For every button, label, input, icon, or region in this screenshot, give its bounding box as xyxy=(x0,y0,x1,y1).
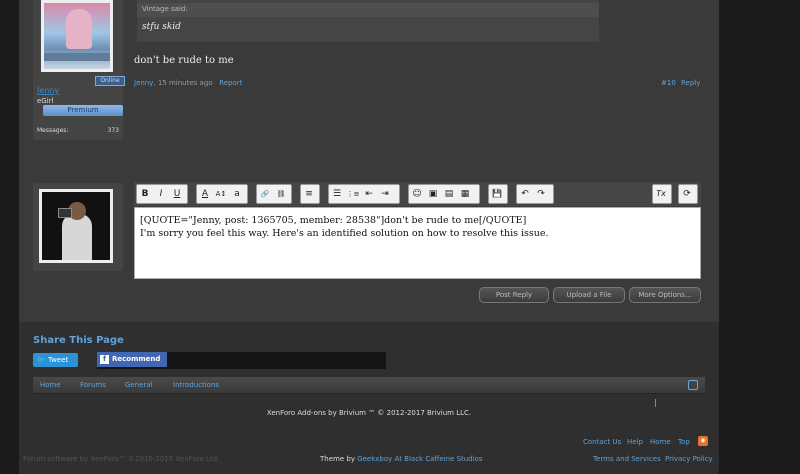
font-family-button[interactable]: a xyxy=(229,185,245,203)
divider xyxy=(655,399,656,407)
post-message: don't be rude to me xyxy=(134,55,234,66)
quote-header[interactable]: Vintage said: xyxy=(137,3,599,17)
bullet-list-icon[interactable]: ☰ xyxy=(329,185,345,203)
home-link[interactable]: Home xyxy=(650,438,671,446)
insert-group: ☺ ▣ ▤ ▦ xyxy=(408,184,480,204)
unlink-icon[interactable]: ⛓ xyxy=(273,185,289,203)
tweet-button[interactable]: 🐦 Tweet xyxy=(33,353,78,367)
current-user-avatar[interactable] xyxy=(39,189,113,263)
breadcrumb-introductions[interactable]: Introductions xyxy=(173,381,219,389)
quote-text: stfu skid xyxy=(142,22,181,32)
save-draft-icon[interactable]: 💾 xyxy=(489,185,505,203)
messages-count: 373 xyxy=(107,127,119,134)
reply-user-card xyxy=(33,183,123,271)
image-icon[interactable]: ▣ xyxy=(425,185,441,203)
more-options-button[interactable]: More Options... xyxy=(629,287,701,303)
messages-label: Messages: xyxy=(37,127,69,134)
contact-us-link[interactable]: Contact Us xyxy=(583,438,621,446)
post-meta: Jenny, 15 minutes ago Report xyxy=(134,79,243,87)
editor-line-2: I'm sorry you feel this way. Here's an i… xyxy=(140,228,549,239)
media-icon[interactable]: ▤ xyxy=(441,185,457,203)
toggle-bbcode-icon[interactable]: ⟳ xyxy=(679,185,695,203)
italic-button[interactable]: I xyxy=(153,185,169,203)
premium-banner: Premium xyxy=(43,105,123,116)
font-color-button[interactable]: A xyxy=(197,185,213,203)
twitter-icon: 🐦 xyxy=(37,356,48,364)
terms-link[interactable]: Terms and Services xyxy=(593,455,661,463)
username-link[interactable]: Jenny xyxy=(37,86,59,95)
breadcrumb-forums[interactable]: Forums xyxy=(80,381,106,389)
breadcrumb-home[interactable]: Home xyxy=(40,381,61,389)
quote-block: Vintage said: stfu skid xyxy=(137,0,599,42)
breadcrumb: Home Forums General Introductions xyxy=(33,377,705,394)
theme-prefix: Theme by xyxy=(320,455,355,463)
share-title: Share This Page xyxy=(33,335,124,346)
align-group: ≡ xyxy=(300,184,320,204)
top-link[interactable]: Top xyxy=(678,438,690,446)
post-reply-link[interactable]: Reply xyxy=(681,79,700,87)
post-user-card: Online Jenny eGirl Premium Messages: 373 xyxy=(33,0,125,140)
help-link[interactable]: Help xyxy=(627,438,643,446)
font-group: A A↕ a xyxy=(196,184,248,204)
numbered-list-icon[interactable]: ⋮≡ xyxy=(345,185,361,203)
user-avatar[interactable] xyxy=(41,0,113,72)
outdent-icon[interactable]: ⇤ xyxy=(361,185,377,203)
theme-author-link[interactable]: Geekxboy At Black Caffeine Studios xyxy=(357,455,482,463)
theme-credit: Theme by Geekxboy At Black Caffeine Stud… xyxy=(320,455,483,463)
smilie-icon[interactable]: ☺ xyxy=(409,185,425,203)
underline-button[interactable]: U xyxy=(169,185,185,203)
editor-line-1: [QUOTE="Jenny, post: 1365705, member: 28… xyxy=(140,215,527,226)
editor-toolbar: BIU AA↕a 🔗⛓ ≡ ☰⋮≡⇤⇥ ☺▣▤▦ 💾 ↶↷ xyxy=(134,182,701,206)
message-count-row: Messages: 373 xyxy=(33,124,123,140)
recommend-label: Recommend xyxy=(112,355,161,363)
user-title: eGirl xyxy=(37,97,54,105)
remove-format-group: Tx xyxy=(652,184,672,204)
jump-menu-icon[interactable] xyxy=(688,380,698,390)
facebook-recommend-button[interactable]: f Recommend xyxy=(97,352,167,367)
text-style-group: BIU xyxy=(136,184,188,204)
facebook-icon: f xyxy=(100,355,109,364)
link-group: 🔗 ⛓ xyxy=(256,184,292,204)
post-author-link[interactable]: Jenny xyxy=(134,79,153,87)
privacy-link[interactable]: Privacy Policy xyxy=(665,455,713,463)
indent-icon[interactable]: ⇥ xyxy=(377,185,393,203)
link-icon[interactable]: 🔗 xyxy=(257,185,273,203)
post-time: 15 minutes ago xyxy=(157,79,213,87)
forum-software-credit[interactable]: Forum software by XenForo™ ©2010-2015 Xe… xyxy=(23,455,219,463)
rss-icon[interactable]: ◉ xyxy=(698,436,708,446)
draft-group: 💾 xyxy=(488,184,508,204)
list-group: ☰ ⋮≡ ⇤ ⇥ xyxy=(328,184,400,204)
reply-editor[interactable]: [QUOTE="Jenny, post: 1365705, member: 28… xyxy=(134,207,701,279)
forum-page: Online Jenny eGirl Premium Messages: 373… xyxy=(19,0,719,474)
online-badge: Online xyxy=(95,76,125,86)
redo-icon[interactable]: ↷ xyxy=(533,185,549,203)
undo-icon[interactable]: ↶ xyxy=(517,185,533,203)
bold-button[interactable]: B xyxy=(137,185,153,203)
report-link[interactable]: Report xyxy=(219,79,242,87)
font-size-button[interactable]: A↕ xyxy=(213,185,229,203)
code-icon[interactable]: ▦ xyxy=(457,185,473,203)
post-number-link[interactable]: #10 xyxy=(661,79,676,87)
upload-file-button[interactable]: Upload a File xyxy=(553,287,625,303)
breadcrumb-general[interactable]: General xyxy=(125,381,153,389)
history-group: ↶ ↷ xyxy=(516,184,554,204)
toggle-bbcode-group: ⟳ xyxy=(678,184,698,204)
brivium-copyright: XenForo Add-ons by Brivium ™ © 2012-2017… xyxy=(266,409,472,417)
remove-format-icon[interactable]: Tx xyxy=(653,185,669,203)
align-icon[interactable]: ≡ xyxy=(301,185,317,203)
thread-content: Online Jenny eGirl Premium Messages: 373… xyxy=(19,0,719,322)
post-reply-button[interactable]: Post Reply xyxy=(479,287,549,303)
tweet-label: Tweet xyxy=(47,356,69,364)
